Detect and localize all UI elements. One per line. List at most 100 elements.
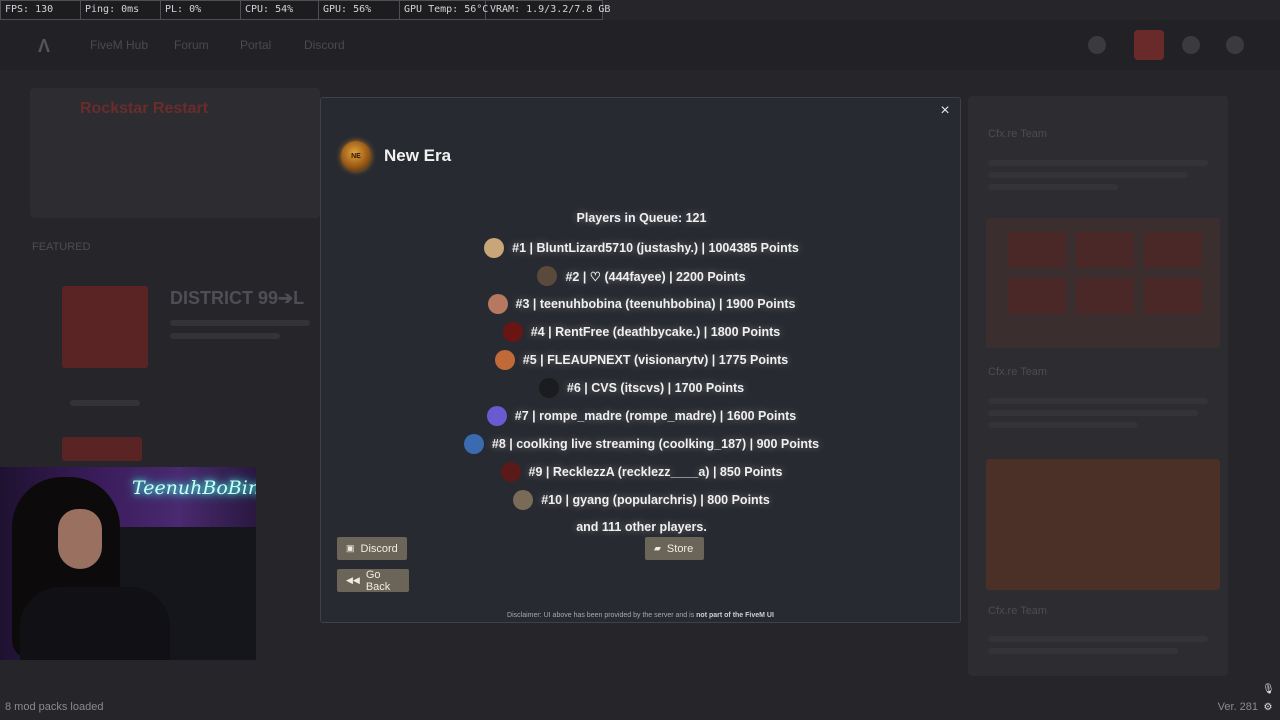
thumb [1008, 278, 1066, 314]
store-button[interactable]: ▰ Store [645, 537, 704, 560]
gpu-readout: GPU: 56% [319, 0, 400, 20]
nav-item-discord[interactable]: Discord [304, 38, 345, 52]
server-banner [62, 286, 148, 368]
player-entry-text: #8 | coolking live streaming (coolking_1… [491, 437, 820, 451]
queue-player-row: #4 | RentFree (deathbycake.) | 1800 Poin… [321, 318, 962, 346]
queue-player-row: #5 | FLEAUPNEXT (visionarytv) | 1775 Poi… [321, 346, 962, 374]
settings-icon[interactable] [1226, 36, 1244, 54]
player-entry-text: #7 | rompe_madre (rompe_madre) | 1600 Po… [514, 409, 797, 423]
thumb [1144, 232, 1202, 268]
discord-button[interactable]: ▣ Discord [337, 537, 407, 560]
player-entry-text: #1 | BluntLizard5710 (justashy.) | 10043… [512, 241, 799, 255]
text-line [170, 333, 280, 339]
text-line [988, 160, 1208, 166]
webcam-face [58, 509, 102, 569]
disclaimer: Disclaimer: UI above has been provided b… [321, 612, 960, 619]
rewind-icon: ◀◀ [346, 575, 360, 585]
notification-button[interactable] [1134, 30, 1164, 60]
go-back-button-label: Go Back [365, 568, 391, 593]
restart-title: Rockstar Restart [80, 100, 209, 117]
discord-button-label: Discord [360, 542, 398, 555]
cpu-readout: CPU: 54% [241, 0, 319, 20]
player-avatar [487, 294, 508, 314]
vram-readout: VRAM: 1.9/3.2/7.8 GB [486, 0, 610, 20]
connect-button[interactable] [62, 437, 142, 461]
nav-item-forum[interactable]: Forum [174, 38, 209, 52]
queue-modal: × NE New Era Players in Queue: 121 #1 | … [320, 97, 961, 623]
player-entry-text: #6 | CVS (itscvs) | 1700 Points [566, 381, 745, 395]
featured-label: FEATURED [32, 241, 91, 253]
text-line [988, 398, 1208, 404]
news-author: Cfx.re Team [988, 128, 1048, 140]
queue-list: Players in Queue: 121 #1 | BluntLizard57… [321, 208, 962, 540]
queue-player-row: #3 | teenuhbobina (teenuhbobina) | 1900 … [321, 290, 962, 318]
player-avatar [463, 434, 484, 454]
fivem-logo-icon: Λ [38, 36, 51, 56]
queue-player-row: #8 | coolking live streaming (coolking_1… [321, 430, 962, 458]
text-line [170, 320, 310, 326]
server-logo: NE [341, 141, 371, 171]
player-avatar [513, 490, 534, 510]
gpu-temp-readout: GPU Temp: 56°C [400, 0, 488, 20]
text-line [988, 422, 1138, 428]
store-button-label: Store [666, 542, 694, 555]
player-avatar [500, 462, 521, 482]
queue-player-row: #7 | rompe_madre (rompe_madre) | 1600 Po… [321, 402, 962, 430]
text-line [988, 636, 1208, 642]
packet-loss-readout: PL: 0% [161, 0, 241, 20]
go-back-button[interactable]: ◀◀ Go Back [337, 568, 409, 593]
text-line [70, 400, 140, 406]
webcam-shirt [20, 587, 170, 660]
text-line [988, 172, 1188, 178]
thumb [1008, 232, 1066, 268]
other-players-text: and 111 other players. [576, 520, 707, 534]
queue-player-row: #2 | ♡ (444fayee) | 2200 Points [321, 262, 962, 290]
player-avatar [484, 238, 505, 258]
mod-packs-status: 8 mod packs loaded [5, 701, 104, 713]
player-avatar [494, 350, 515, 370]
store-icon: ▰ [654, 543, 661, 553]
news-author-2: Cfx.re Team [988, 366, 1048, 378]
disclaimer-bold: not part of the FiveM UI [696, 612, 774, 619]
nav-icon[interactable] [1088, 36, 1106, 54]
player-entry-text: #3 | teenuhbobina (teenuhbobina) | 1900 … [515, 297, 796, 311]
disclaimer-text: Disclaimer: UI above has been provided b… [507, 612, 697, 619]
player-entry-text: #9 | RecklezzA (recklezz____a) | 850 Poi… [528, 465, 783, 479]
nav-item-hub[interactable]: FiveM Hub [90, 38, 148, 52]
text-line [988, 410, 1198, 416]
player-avatar [537, 266, 558, 286]
discord-icon: ▣ [346, 543, 355, 553]
player-avatar [486, 406, 507, 426]
user-icon[interactable] [1182, 36, 1200, 54]
gear-icon[interactable]: ⚙ [1262, 702, 1274, 714]
thumb [1144, 278, 1202, 314]
neon-sign: TeenuhBoBina [132, 477, 256, 499]
performance-overlay: FPS: 130 Ping: 0ms PL: 0% CPU: 54% GPU: … [0, 0, 610, 20]
player-entry-text: #10 | gyang (popularchris) | 800 Points [541, 493, 770, 507]
nav-item-portal[interactable]: Portal [240, 38, 271, 52]
news-image-safehouse[interactable] [986, 459, 1220, 590]
close-icon[interactable]: × [936, 102, 954, 120]
news-author-3: Cfx.re Team [988, 605, 1048, 617]
queue-player-row: #9 | RecklezzA (recklezz____a) | 850 Poi… [321, 458, 962, 486]
fps-readout: FPS: 130 [0, 0, 81, 20]
player-entry-text: #4 | RentFree (deathbycake.) | 1800 Poin… [530, 325, 781, 339]
mic-icon[interactable]: 🎙 [1262, 684, 1275, 696]
player-avatar [538, 378, 559, 398]
modal-header: NE New Era [341, 141, 451, 171]
player-entry-text: #5 | FLEAUPNEXT (visionarytv) | 1775 Poi… [522, 353, 789, 367]
featured-server-title: DISTRICT 99➔L [170, 288, 305, 308]
server-name: New Era [384, 146, 452, 165]
queue-count: Players in Queue: 121 [576, 211, 707, 225]
version-label: Ver. 281 [1217, 701, 1258, 713]
queue-player-row: #10 | gyang (popularchris) | 800 Points [321, 486, 962, 514]
thumb [1076, 278, 1134, 314]
news-image-holiday[interactable] [986, 218, 1220, 348]
webcam-overlay: TeenuhBoBina [0, 467, 256, 660]
thumb [1076, 232, 1134, 268]
player-entry-text: #2 | ♡ (444fayee) | 2200 Points [565, 269, 746, 284]
text-line [988, 184, 1118, 190]
ping-readout: Ping: 0ms [81, 0, 161, 20]
text-line [988, 648, 1178, 654]
queue-player-row: #1 | BluntLizard5710 (justashy.) | 10043… [321, 234, 962, 262]
